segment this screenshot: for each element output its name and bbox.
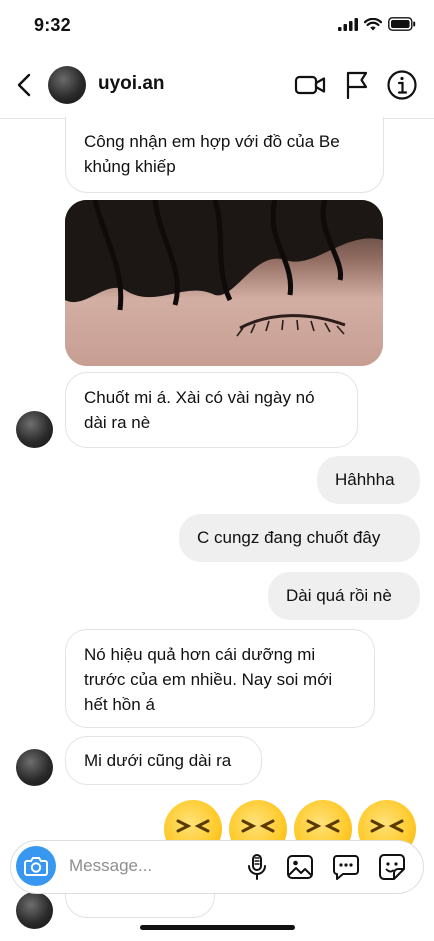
- message-text: Dài quá rồi nè: [286, 586, 392, 605]
- avatar[interactable]: [16, 749, 53, 786]
- avatar[interactable]: [16, 411, 53, 448]
- message-bubble-outgoing[interactable]: Hâhhha: [317, 456, 420, 504]
- back-icon[interactable]: [12, 70, 40, 100]
- chat-header: uyoi.an: [0, 52, 434, 119]
- flag-icon[interactable]: [340, 68, 374, 102]
- chat-username[interactable]: uyoi.an: [98, 73, 165, 95]
- message-bubble-incoming[interactable]: Nó hiệu quả hơn cái dưỡng mi trước của e…: [65, 629, 375, 728]
- status-time: 9:32: [34, 15, 71, 35]
- message-text: Nó hiệu quả hơn cái dưỡng mi trước của e…: [84, 645, 333, 714]
- video-call-icon[interactable]: [293, 68, 327, 102]
- message-bubble-incoming[interactable]: Mi dưới cũng dài ra: [65, 736, 262, 785]
- gallery-icon[interactable]: [285, 852, 315, 882]
- message-bubble-incoming[interactable]: Công nhận em hợp với đồ của Be khủng khi…: [65, 117, 384, 193]
- sticker-icon[interactable]: [377, 852, 407, 882]
- message-bubble-incoming[interactable]: Chuốt mi á. Xài có vài ngày nó dài ra nè: [65, 372, 358, 448]
- message-input[interactable]: Message...: [69, 856, 152, 876]
- avatar[interactable]: [16, 892, 53, 929]
- message-text: Chuốt mi á. Xài có vài ngày nó dài ra nè: [84, 388, 315, 432]
- message-text: C cungz đang chuốt đây: [197, 528, 381, 547]
- photo-image: [65, 200, 383, 366]
- wifi-icon: [364, 17, 382, 30]
- avatar[interactable]: [48, 66, 86, 104]
- camera-button[interactable]: [16, 846, 56, 886]
- info-icon[interactable]: [385, 68, 419, 102]
- message-composer: Message...: [10, 840, 424, 894]
- status-bar: 9:32: [0, 0, 434, 52]
- message-text: Mi dưới cũng dài ra: [84, 751, 232, 770]
- camera-icon: [24, 857, 48, 876]
- photo-message[interactable]: [65, 200, 383, 366]
- microphone-icon[interactable]: [242, 852, 272, 882]
- battery-icon: [388, 17, 416, 31]
- status-icons: [338, 17, 416, 31]
- signal-icon: [338, 17, 358, 31]
- chat-bubble-icon[interactable]: [331, 852, 361, 882]
- message-text: Công nhận em hợp với đồ của Be khủng khi…: [84, 132, 340, 176]
- message-bubble-outgoing[interactable]: C cungz đang chuốt đây: [179, 514, 420, 562]
- message-bubble-outgoing[interactable]: Dài quá rồi nè: [268, 572, 420, 620]
- home-indicator[interactable]: [140, 925, 295, 930]
- message-text: Hâhhha: [335, 470, 395, 489]
